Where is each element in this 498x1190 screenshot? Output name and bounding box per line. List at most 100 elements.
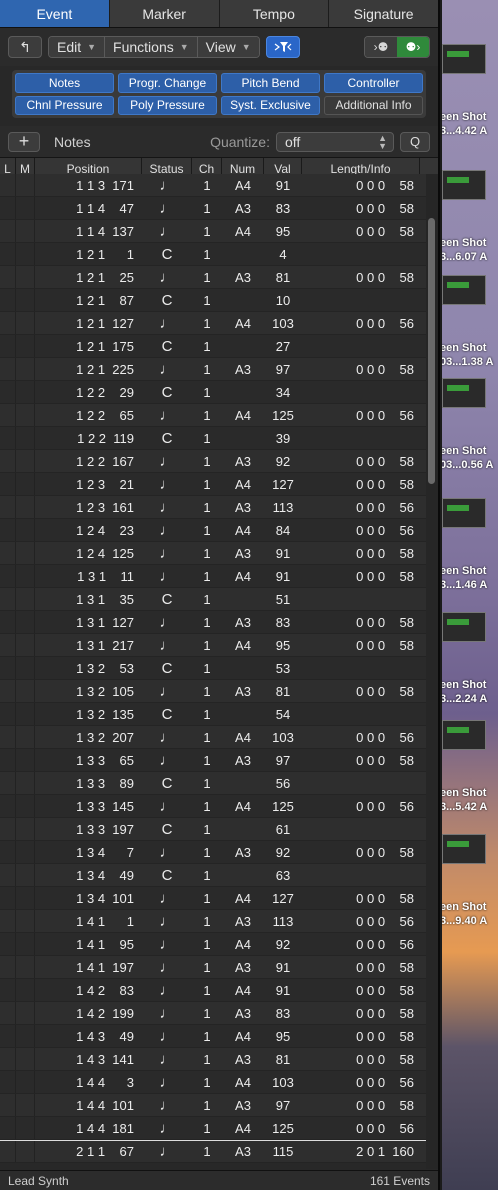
cell-length[interactable]: 0 0 0 58 — [302, 749, 420, 771]
cell-position[interactable]: 1 3 3 65 — [35, 749, 142, 771]
cell-position[interactable]: 1 3 3 89 — [35, 772, 142, 794]
table-row[interactable]: 1 4 1 95 ♩ 1 A4 92 0 0 0 56 — [0, 933, 426, 956]
cell-mute[interactable] — [16, 749, 35, 771]
cell-val[interactable]: 95 — [264, 634, 302, 656]
cell-status[interactable]: C — [142, 289, 192, 311]
cell-length[interactable] — [302, 864, 420, 886]
cell-mute[interactable] — [16, 1002, 35, 1024]
cell-channel[interactable]: 1 — [192, 680, 222, 702]
table-row[interactable]: 1 4 3 49 ♩ 1 A4 95 0 0 0 58 — [0, 1025, 426, 1048]
cell-mute[interactable] — [16, 243, 35, 265]
cell-position[interactable]: 1 4 1 197 — [35, 956, 142, 978]
cell-lock[interactable] — [0, 312, 16, 334]
cell-length[interactable]: 0 0 0 58 — [302, 841, 420, 863]
cell-status[interactable]: C — [142, 427, 192, 449]
cell-mute[interactable] — [16, 841, 35, 863]
cell-val[interactable]: 39 — [264, 427, 302, 449]
cell-lock[interactable] — [0, 1025, 16, 1047]
cell-mute[interactable] — [16, 450, 35, 472]
cell-channel[interactable]: 1 — [192, 243, 222, 265]
cell-length[interactable]: 0 0 0 56 — [302, 519, 420, 541]
quantize-button[interactable]: Q — [400, 131, 430, 152]
filter-poly-pressure[interactable]: Poly Pressure — [118, 95, 217, 115]
cell-mute[interactable] — [16, 979, 35, 1001]
cell-num[interactable]: A3 — [222, 611, 264, 633]
cell-length[interactable]: 0 0 0 56 — [302, 404, 420, 426]
cell-status[interactable]: ♩ — [142, 197, 192, 219]
cell-channel[interactable]: 1 — [192, 611, 222, 633]
cell-lock[interactable] — [0, 243, 16, 265]
cell-lock[interactable] — [0, 335, 16, 357]
cell-position[interactable]: 1 3 3 197 — [35, 818, 142, 840]
cell-lock[interactable] — [0, 289, 16, 311]
cell-status[interactable]: C — [142, 772, 192, 794]
scrollbar-thumb[interactable] — [428, 218, 435, 484]
table-row[interactable]: 1 2 3 161 ♩ 1 A3 113 0 0 0 56 — [0, 496, 426, 519]
tab-signature[interactable]: Signature — [328, 0, 438, 27]
cell-position[interactable]: 1 2 1 25 — [35, 266, 142, 288]
cell-val[interactable]: 63 — [264, 864, 302, 886]
cell-mute[interactable] — [16, 220, 35, 242]
cell-position[interactable]: 1 3 3 145 — [35, 795, 142, 817]
cell-status[interactable]: ♩ — [142, 1002, 192, 1024]
cell-mute[interactable] — [16, 1048, 35, 1070]
cell-position[interactable]: 1 3 4 101 — [35, 887, 142, 909]
cell-channel[interactable]: 1 — [192, 519, 222, 541]
cell-lock[interactable] — [0, 726, 16, 748]
cell-channel[interactable]: 1 — [192, 289, 222, 311]
cell-status[interactable]: ♩ — [142, 979, 192, 1001]
cell-position[interactable]: 1 4 1 95 — [35, 933, 142, 955]
up-level-button[interactable]: ↰ — [8, 36, 42, 58]
cell-position[interactable]: 1 3 1 35 — [35, 588, 142, 610]
cell-num[interactable]: A3 — [222, 266, 264, 288]
cell-lock[interactable] — [0, 588, 16, 610]
cell-length[interactable]: 0 0 0 58 — [302, 887, 420, 909]
edit-menu[interactable]: Edit ▼ — [49, 37, 105, 57]
cell-position[interactable]: 1 3 4 49 — [35, 864, 142, 886]
cell-lock[interactable] — [0, 703, 16, 725]
cell-val[interactable]: 97 — [264, 749, 302, 771]
cell-length[interactable]: 0 0 0 58 — [302, 542, 420, 564]
cell-val[interactable]: 83 — [264, 197, 302, 219]
cell-val[interactable]: 97 — [264, 358, 302, 380]
cell-mute[interactable] — [16, 335, 35, 357]
cell-val[interactable]: 91 — [264, 979, 302, 1001]
table-row[interactable]: 1 4 2 83 ♩ 1 A4 91 0 0 0 58 — [0, 979, 426, 1002]
screenshot-thumbnail[interactable] — [442, 612, 486, 642]
cell-status[interactable]: ♩ — [142, 841, 192, 863]
cell-position[interactable]: 1 3 1 11 — [35, 565, 142, 587]
cell-length[interactable]: 0 0 0 56 — [302, 496, 420, 518]
cell-position[interactable]: 1 3 1 217 — [35, 634, 142, 656]
cell-status[interactable]: ♩ — [142, 887, 192, 909]
cell-status[interactable]: ♩ — [142, 404, 192, 426]
cell-channel[interactable]: 1 — [192, 335, 222, 357]
cell-lock[interactable] — [0, 795, 16, 817]
cell-position[interactable]: 1 4 4 3 — [35, 1071, 142, 1093]
cell-val[interactable]: 4 — [264, 243, 302, 265]
cell-num[interactable]: A4 — [222, 565, 264, 587]
cell-lock[interactable] — [0, 887, 16, 909]
cell-channel[interactable]: 1 — [192, 887, 222, 909]
cell-length[interactable] — [302, 381, 420, 403]
cell-mute[interactable] — [16, 910, 35, 932]
cell-status[interactable]: ♩ — [142, 220, 192, 242]
cell-length[interactable] — [302, 703, 420, 725]
cell-status[interactable]: ♩ — [142, 726, 192, 748]
cell-val[interactable]: 27 — [264, 335, 302, 357]
cell-position[interactable]: 1 4 4 181 — [35, 1117, 142, 1139]
filter-button[interactable] — [265, 36, 300, 58]
cell-channel[interactable]: 1 — [192, 841, 222, 863]
cell-mute[interactable] — [16, 381, 35, 403]
cell-lock[interactable] — [0, 266, 16, 288]
cell-lock[interactable] — [0, 450, 16, 472]
cell-length[interactable] — [302, 588, 420, 610]
cell-num[interactable]: A3 — [222, 956, 264, 978]
table-row[interactable]: 1 2 2 29 C 1 34 — [0, 381, 426, 404]
table-row[interactable]: 1 3 3 89 C 1 56 — [0, 772, 426, 795]
cell-lock[interactable] — [0, 1002, 16, 1024]
cell-length[interactable]: 0 0 0 58 — [302, 956, 420, 978]
cell-num[interactable]: A3 — [222, 910, 264, 932]
cell-lock[interactable] — [0, 473, 16, 495]
cell-status[interactable]: ♩ — [142, 1094, 192, 1116]
cell-num[interactable]: A3 — [222, 1094, 264, 1116]
